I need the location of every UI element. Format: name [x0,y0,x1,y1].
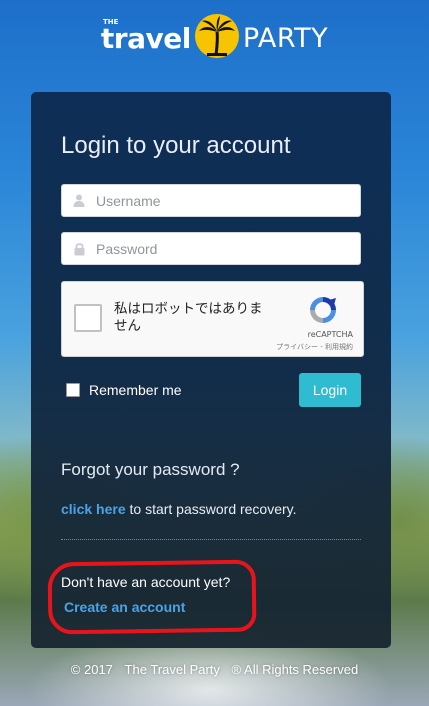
recaptcha-label: 私はロボットではありません [114,301,263,334]
remember-me[interactable]: Remember me [66,382,182,398]
footer: © 2017 The Travel Party ® All Rights Res… [0,662,429,677]
annotation-highlight [47,559,257,635]
password-input[interactable] [96,233,360,264]
divider [61,539,361,540]
recovery-link[interactable]: click here [61,501,126,517]
site-logo[interactable]: THE travel PARTY [0,12,429,60]
remember-label: Remember me [89,382,182,398]
recaptcha-brand: reCAPTCHA [307,330,353,339]
recaptcha-widget: 私はロボットではありません reCAPTCHA プライバシー - 利用規約 [61,281,364,357]
forgot-password-heading: Forgot your password ? [61,460,240,479]
logo-party-text: PARTY [242,22,329,54]
lock-icon [62,233,96,264]
footer-rights: ® All Rights Reserved [231,662,359,677]
login-title: Login to your account [61,132,291,159]
recovery-text: click here to start password recovery. [61,501,297,517]
recovery-rest-text: to start password recovery. [125,501,297,517]
username-field [61,184,361,217]
username-input[interactable] [96,185,360,216]
user-icon [62,185,96,216]
palm-tree-icon [194,14,239,58]
password-field [61,232,361,265]
login-button[interactable]: Login [299,373,361,407]
recaptcha-links[interactable]: プライバシー - 利用規約 [276,342,353,352]
recaptcha-icon [310,297,336,323]
recaptcha-checkbox[interactable] [74,304,102,332]
footer-company: The Travel Party [124,662,220,677]
remember-checkbox[interactable] [66,383,80,397]
footer-year: © 2017 [70,662,113,677]
logo-travel-text: travel [100,21,191,55]
